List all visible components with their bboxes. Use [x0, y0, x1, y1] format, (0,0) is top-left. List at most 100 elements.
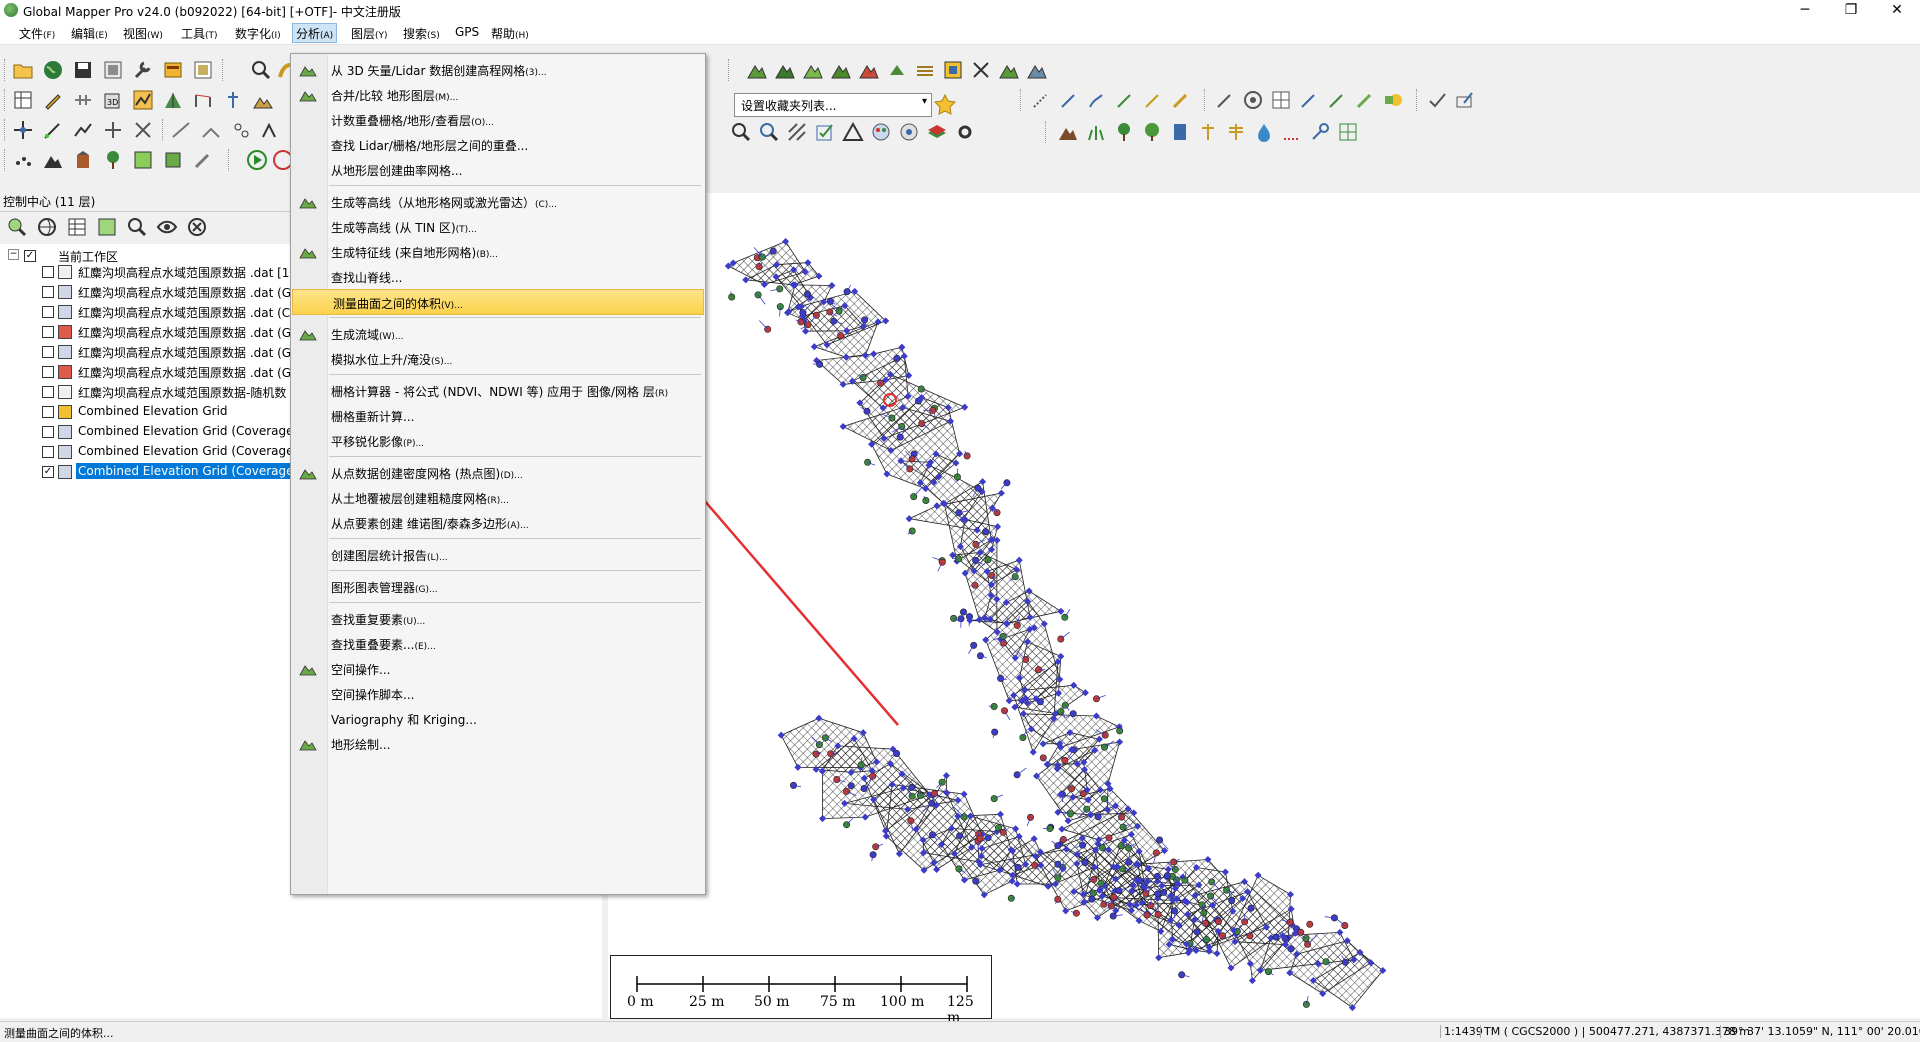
pencil-dots-icon[interactable] — [1030, 89, 1052, 111]
search-features-icon[interactable] — [730, 121, 752, 143]
palette-icon[interactable] — [870, 121, 892, 143]
menu-help[interactable]: 帮助(H) — [488, 25, 532, 41]
layer-visibility-checkbox[interactable] — [42, 406, 54, 418]
export-icon[interactable] — [102, 59, 124, 81]
layer-visibility-checkbox[interactable] — [42, 366, 54, 378]
pencil-green-icon[interactable] — [1326, 89, 1348, 111]
contour-tool-icon[interactable] — [914, 59, 936, 81]
draw-line-icon[interactable] — [170, 119, 192, 141]
move-vertex-icon[interactable] — [12, 119, 34, 141]
toolbar-grip[interactable] — [4, 119, 8, 141]
layer-control-icon[interactable] — [162, 59, 184, 81]
brush-icon[interactable] — [192, 149, 214, 171]
toolbar-grip[interactable] — [4, 59, 8, 81]
toolbar-grip[interactable] — [728, 59, 732, 81]
analysis-menu-item[interactable]: 创建图层统计报告(L)... — [291, 542, 705, 566]
toolbar-grip[interactable] — [1204, 89, 1208, 111]
select-vertex-icon[interactable] — [230, 119, 252, 141]
analysis-menu-item[interactable]: 栅格重新计算... — [291, 403, 705, 427]
no-fly-icon[interactable] — [970, 59, 992, 81]
favorites-combo[interactable]: 设置收藏夹列表... ▾ — [734, 93, 932, 117]
config-wrench-icon[interactable] — [132, 59, 154, 81]
view-3d-icon[interactable]: 3D — [102, 89, 124, 111]
view-shed-icon[interactable] — [162, 89, 184, 111]
star-favorite-icon[interactable] — [934, 93, 956, 115]
toolbar-grip[interactable] — [1045, 121, 1049, 143]
maximize-button[interactable]: ❐ — [1828, 0, 1874, 22]
analysis-menu-item[interactable]: 计数重叠栅格/地形/查看层(O)... — [291, 107, 705, 131]
zoom-to-layer-icon[interactable] — [6, 216, 28, 238]
menu-file[interactable]: 文件(F) — [16, 25, 58, 41]
close-button[interactable]: ✕ — [1874, 0, 1920, 22]
dotted-line-icon[interactable] — [1281, 121, 1303, 143]
tree-round-icon[interactable] — [1141, 121, 1163, 143]
globe-icon[interactable] — [42, 59, 64, 81]
menu-digitizer[interactable]: 数字化(I) — [232, 25, 284, 41]
tree-extract-icon[interactable] — [102, 149, 124, 171]
toolbar-grip[interactable] — [1020, 89, 1024, 111]
line-tool-icon[interactable] — [72, 119, 94, 141]
analysis-menu-item[interactable]: 查找山脊线... — [291, 264, 705, 288]
menu-layer[interactable]: 图层(Y) — [348, 25, 391, 41]
analysis-menu-item[interactable]: 查找重复要素(U)... — [291, 606, 705, 630]
save-icon[interactable] — [72, 59, 94, 81]
analysis-menu-item[interactable]: 测量曲面之间的体积(V)... — [292, 289, 704, 315]
layer-metadata-icon[interactable] — [96, 216, 118, 238]
pencil-curve-icon[interactable] — [1086, 89, 1108, 111]
layer-search-icon[interactable] — [126, 216, 148, 238]
toolbar-grip[interactable] — [4, 149, 8, 171]
analysis-menu-item[interactable]: 从点要素创建 维诺图/泰森多边形(A)... — [291, 510, 705, 534]
terrain-analysis-icon-5[interactable] — [858, 59, 880, 81]
analysis-menu-item[interactable]: 从点数据创建密度网格 (热点图)(D)... — [291, 460, 705, 484]
analysis-menu-item[interactable]: 图形图表管理器(G)... — [291, 574, 705, 598]
layer-stack-icon[interactable] — [926, 121, 948, 143]
grid-edit-icon[interactable] — [1270, 89, 1292, 111]
toolbar-grip[interactable] — [222, 59, 226, 81]
analysis-menu-item[interactable]: 模拟水位上升/淹没(S)... — [291, 346, 705, 370]
analysis-menu-item[interactable]: 空间操作脚本... — [291, 681, 705, 705]
map-layout-icon[interactable] — [12, 89, 34, 111]
water-drop-icon[interactable] — [1253, 121, 1275, 143]
paint-icon[interactable] — [898, 121, 920, 143]
warning-icon[interactable] — [842, 121, 864, 143]
digitizer-icon[interactable] — [42, 89, 64, 111]
reshape-icon[interactable] — [200, 119, 222, 141]
layer-visibility-checkbox[interactable]: ✓ — [42, 466, 54, 478]
lidar-terrain-icon[interactable] — [42, 149, 64, 171]
zoom-icon[interactable] — [250, 59, 272, 81]
pencil-line-icon[interactable] — [1058, 89, 1080, 111]
analysis-menu-item[interactable]: 从土地覆被层创建粗糙度网格(R)... — [291, 485, 705, 509]
minimize-button[interactable]: ─ — [1782, 0, 1828, 22]
crosshair-icon[interactable] — [102, 119, 124, 141]
analysis-menu-item[interactable]: 生成等高线（从地形格网或激光雷达）(C)... — [291, 189, 705, 213]
layer-visibility-checkbox[interactable] — [42, 426, 54, 438]
building-icon[interactable] — [1169, 121, 1191, 143]
layer-visibility-checkbox[interactable] — [42, 286, 54, 298]
collapse-icon[interactable]: − — [8, 249, 19, 260]
terrain-analysis-icon-3[interactable] — [802, 59, 824, 81]
menu-edit[interactable]: 编辑(E) — [68, 25, 111, 41]
analysis-menu-item[interactable]: 栅格计算器 - 将公式 (NDVI、NDWI 等) 应用于 图像/网格 层(R) — [291, 378, 705, 402]
tree-icon[interactable] — [1113, 121, 1135, 143]
menu-view[interactable]: 视图(W) — [120, 25, 166, 41]
analysis-menu-item[interactable]: 从 3D 矢量/Lidar 数据创建高程网格(3)... — [291, 57, 705, 81]
edit-check-icon[interactable] — [814, 121, 836, 143]
visibility-eye-icon[interactable] — [156, 216, 178, 238]
line-of-sight-icon[interactable] — [192, 89, 214, 111]
tower-pole-icon[interactable] — [1197, 121, 1219, 143]
terrain-analysis-icon-7[interactable] — [998, 59, 1020, 81]
toolbar-grip[interactable] — [4, 89, 8, 111]
edit-feature-icon[interactable] — [42, 119, 64, 141]
analysis-menu-item[interactable]: 查找重叠要素...(E)... — [291, 631, 705, 655]
layer-visibility-checkbox[interactable] — [42, 326, 54, 338]
mountain-icon[interactable] — [1057, 121, 1079, 143]
overview-icon[interactable] — [192, 59, 214, 81]
pencil-fill-icon[interactable] — [1354, 89, 1376, 111]
hatch-grid-icon[interactable] — [1337, 121, 1359, 143]
terrain-analysis-icon-4[interactable] — [830, 59, 852, 81]
globe-layer-icon[interactable] — [36, 216, 58, 238]
tower-icon[interactable] — [222, 89, 244, 111]
close-layer-icon[interactable] — [186, 216, 208, 238]
settings-gear-icon[interactable] — [954, 121, 976, 143]
shapes-icon[interactable] — [1382, 89, 1404, 111]
